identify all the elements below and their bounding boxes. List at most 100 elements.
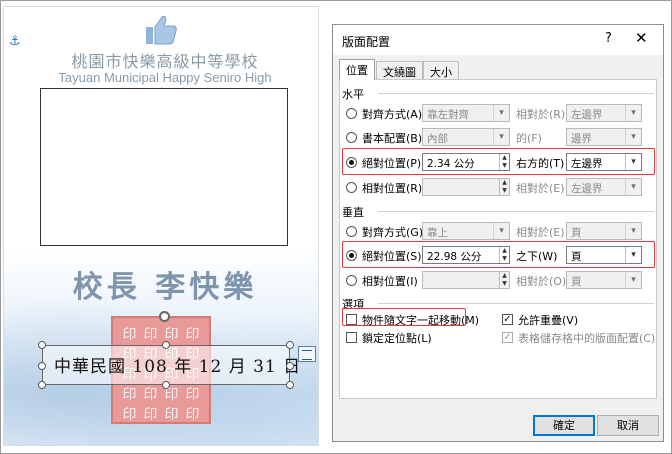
rotate-handle-icon[interactable] — [159, 311, 170, 322]
dialog-title: 版面配置 — [342, 35, 391, 49]
checkbox-layout-in-table: ✓ — [502, 332, 513, 343]
label-move-with-text: 物件隨文字一起移動(M) — [362, 314, 480, 327]
chevron-down-icon: ▾ — [493, 129, 509, 145]
tab-size[interactable]: 大小 — [423, 61, 459, 79]
chevron-down-icon: ▾ — [625, 154, 641, 170]
section-vertical: 垂直 — [342, 206, 364, 219]
resize-handle-left[interactable] — [38, 362, 46, 370]
layout-dialog: 版面配置 ? ✕ 位置 文繞圖 大小 水平 對齊方式(A) 靠左對齊 ▾ 相對於(… — [332, 24, 664, 442]
label-v-relative-rel: 相對於(O) — [516, 275, 567, 288]
label-h-align: 對齊方式(A) — [362, 108, 423, 121]
chevron-down-icon: ▾ — [493, 223, 509, 239]
resize-handle-bottom-left[interactable] — [38, 381, 46, 389]
combo-h-align-rel: 左邊界 ▾ — [566, 104, 642, 122]
radio-v-relative[interactable] — [346, 275, 357, 286]
seal-glyph: 印 — [122, 407, 137, 423]
label-h-absolute-rel: 右方的(T) — [516, 157, 565, 170]
seal-glyph: 印 — [185, 387, 200, 403]
photo-frame — [40, 88, 288, 246]
chevron-down-icon: ▾ — [625, 129, 641, 145]
divider — [378, 211, 654, 212]
combo-v-absolute-rel[interactable]: 頁 ▾ — [566, 246, 642, 264]
cancel-button[interactable]: 取消 — [597, 415, 659, 436]
position-panel: 水平 對齊方式(A) 靠左對齊 ▾ 相對於(R) 左邊界 ▾ 書本配置(B) 內部 ▾… — [339, 79, 657, 399]
radio-h-book[interactable] — [346, 132, 357, 143]
label-layout-in-table: 表格儲存格中的版面配置(C) — [518, 332, 656, 345]
label-h-absolute: 絕對位置(P) — [362, 157, 422, 170]
resize-handle-top-left[interactable] — [38, 341, 46, 349]
label-v-align-rel: 相對於(E) — [516, 226, 565, 239]
combo-v-align: 靠上 ▾ — [422, 222, 510, 240]
label-v-absolute-rel: 之下(W) — [516, 250, 558, 263]
combo-v-relative-rel: 頁 ▾ — [566, 271, 642, 289]
radio-v-absolute[interactable] — [346, 250, 357, 261]
thumbs-up-icon — [146, 15, 177, 45]
seal-glyph: 印 — [122, 327, 137, 343]
combo-h-align: 靠左對齊 ▾ — [422, 104, 510, 122]
spinner-icon[interactable]: ▲ ▼ — [499, 247, 509, 263]
spinner-icon: ▲ ▼ — [499, 272, 509, 288]
tab-position[interactable]: 位置 — [339, 59, 375, 80]
seal-glyph: 印 — [122, 387, 137, 403]
spinner-icon[interactable]: ▲ ▼ — [499, 154, 509, 170]
seal-glyph: 印 — [185, 407, 200, 423]
resize-handle-bottom-right[interactable] — [286, 381, 294, 389]
label-h-relative-rel: 相對於(E) — [516, 182, 565, 195]
label-v-relative: 相對位置(I) — [362, 275, 418, 288]
seal-glyph: 印 — [143, 407, 158, 423]
combo-h-relative-rel: 左邊界 ▾ — [566, 178, 642, 196]
h-relative-input: ▲ ▼ — [422, 178, 510, 196]
label-v-align: 對齊方式(G) — [362, 226, 424, 239]
radio-h-align[interactable] — [346, 108, 357, 119]
label-lock-anchor: 鎖定定位點(L) — [362, 332, 432, 345]
close-button[interactable]: ✕ — [635, 29, 648, 47]
anchor-icon[interactable]: ⚓ — [9, 34, 21, 49]
layout-options-icon[interactable] — [298, 346, 316, 362]
chevron-down-icon: ▾ — [625, 105, 641, 121]
checkbox-move-with-text[interactable] — [346, 314, 357, 325]
label-h-book: 書本配置(B) — [362, 132, 423, 145]
checkbox-allow-overlap[interactable]: ✓ — [502, 314, 513, 325]
ok-button[interactable]: 確定 — [533, 415, 595, 436]
divider — [378, 93, 654, 94]
chevron-down-icon: ▾ — [625, 247, 641, 263]
chevron-down-icon: ▾ — [625, 179, 641, 195]
seal-glyph: 印 — [143, 327, 158, 343]
tab-text-wrapping[interactable]: 文繞圖 — [376, 61, 423, 79]
chevron-down-icon: ▾ — [625, 272, 641, 288]
h-absolute-input[interactable]: 2.34 公分 ▲ ▼ — [422, 153, 510, 171]
resize-handle-top[interactable] — [162, 341, 170, 349]
principal-signature: 校長 李快樂 — [72, 270, 258, 305]
date-text[interactable]: 中華民國 108 年 12 月 31 日 — [54, 352, 300, 377]
resize-handle-right[interactable] — [286, 362, 294, 370]
label-v-absolute: 絕對位置(S) — [362, 250, 422, 263]
section-horizontal: 水平 — [342, 88, 364, 101]
help-button[interactable]: ? — [605, 31, 612, 46]
seal-glyph: 印 — [164, 407, 179, 423]
resize-handle-top-right[interactable] — [286, 341, 294, 349]
seal-glyph: 印 — [185, 327, 200, 343]
section-options: 選項 — [342, 298, 364, 311]
label-h-align-rel: 相對於(R) — [516, 108, 566, 121]
v-absolute-input[interactable]: 22.98 公分 ▲ ▼ — [422, 246, 510, 264]
school-name-chinese: 桃園市快樂高級中等學校 — [71, 52, 259, 71]
radio-h-relative[interactable] — [346, 182, 357, 193]
label-h-book-rel: 的(F) — [516, 132, 542, 145]
combo-h-absolute-rel[interactable]: 左邊界 ▾ — [566, 153, 642, 171]
radio-v-align[interactable] — [346, 226, 357, 237]
seal-glyph: 印 — [143, 387, 158, 403]
chevron-down-icon: ▾ — [625, 223, 641, 239]
radio-h-absolute[interactable] — [346, 157, 357, 168]
chevron-down-icon: ▾ — [493, 105, 509, 121]
combo-h-book: 內部 ▾ — [422, 128, 510, 146]
label-h-relative: 相對位置(R) — [362, 182, 423, 195]
checkbox-lock-anchor[interactable] — [346, 332, 357, 343]
label-allow-overlap: 允許重疊(V) — [518, 314, 579, 327]
dialog-titlebar: 版面配置 ? ✕ — [333, 25, 663, 55]
v-relative-input: ▲ ▼ — [422, 271, 510, 289]
spinner-icon: ▲ ▼ — [499, 179, 509, 195]
resize-handle-bottom[interactable] — [162, 381, 170, 389]
combo-h-book-rel: 邊界 ▾ — [566, 128, 642, 146]
divider — [378, 303, 654, 304]
combo-v-align-rel: 頁 ▾ — [566, 222, 642, 240]
